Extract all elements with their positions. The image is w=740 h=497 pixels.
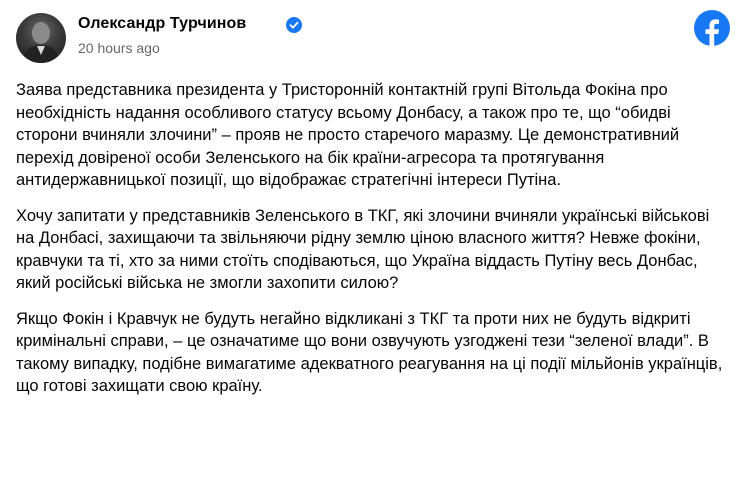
- post-paragraph: Заява представника президента у Тристоро…: [16, 81, 680, 189]
- post-timestamp[interactable]: 20 hours ago: [78, 40, 160, 56]
- facebook-post: Олександр Турчинов 20 hours ago Заява пр…: [0, 0, 740, 497]
- author-name[interactable]: Олександр Турчинов: [78, 15, 246, 33]
- post-header: Олександр Турчинов 20 hours ago: [0, 0, 740, 70]
- verified-badge-icon: [286, 17, 302, 33]
- post-text: Заява представника президента у Тристоро…: [16, 79, 728, 411]
- post-paragraph: Хочу запитати у представників Зеленськог…: [16, 206, 710, 293]
- avatar[interactable]: [16, 13, 66, 63]
- facebook-logo-icon[interactable]: [694, 10, 730, 46]
- post-paragraph: Якщо Фокін і Кравчук не будуть негайно в…: [16, 309, 723, 396]
